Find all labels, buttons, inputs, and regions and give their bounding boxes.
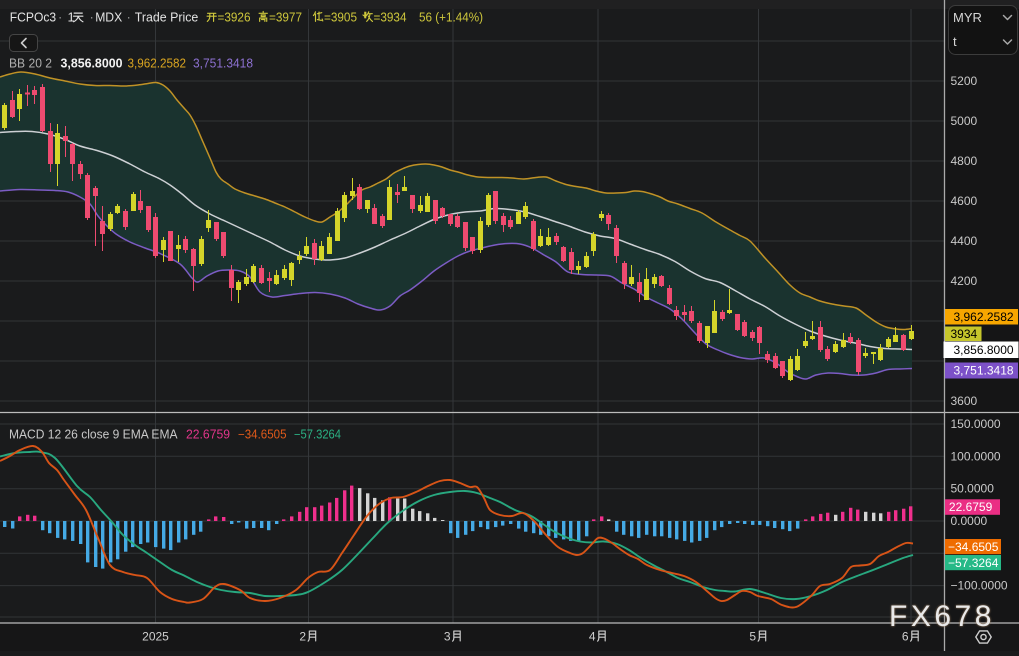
svg-text:3600: 3600 bbox=[951, 394, 978, 408]
svg-text:3,751.3418: 3,751.3418 bbox=[954, 364, 1014, 378]
svg-text:t: t bbox=[953, 34, 957, 49]
svg-text:4200: 4200 bbox=[951, 274, 978, 288]
svg-text:3: 3 bbox=[444, 630, 451, 644]
svg-text:22.6759: 22.6759 bbox=[949, 500, 993, 514]
svg-text:FCPOc3: FCPOc3 bbox=[10, 10, 56, 25]
svg-text:2025: 2025 bbox=[142, 630, 169, 644]
svg-text:2: 2 bbox=[299, 630, 306, 644]
svg-text:50.0000: 50.0000 bbox=[951, 482, 995, 496]
svg-text:3,962.2582: 3,962.2582 bbox=[128, 56, 187, 71]
svg-text:·: · bbox=[58, 10, 62, 25]
svg-text:0.0000: 0.0000 bbox=[951, 514, 988, 528]
svg-text:3,856.8000: 3,856.8000 bbox=[61, 56, 123, 71]
svg-text:−100.0000: −100.0000 bbox=[951, 579, 1008, 593]
svg-text:−34.6505: −34.6505 bbox=[948, 540, 999, 554]
svg-text:·: · bbox=[90, 10, 94, 25]
svg-text:100.0000: 100.0000 bbox=[951, 449, 1001, 463]
svg-text:3934: 3934 bbox=[951, 327, 978, 341]
svg-text:BB 20 2: BB 20 2 bbox=[9, 56, 52, 71]
svg-text:4: 4 bbox=[589, 630, 596, 644]
svg-text:=3977: =3977 bbox=[269, 11, 302, 25]
svg-text:22.6759: 22.6759 bbox=[186, 428, 230, 442]
svg-text:=3926: =3926 bbox=[218, 11, 251, 25]
svg-text:Trade Price: Trade Price bbox=[135, 10, 199, 25]
svg-text:=3934: =3934 bbox=[374, 11, 407, 25]
svg-text:3,751.3418: 3,751.3418 bbox=[193, 56, 253, 71]
svg-text:FX678: FX678 bbox=[889, 600, 995, 633]
svg-text:5000: 5000 bbox=[951, 114, 978, 128]
svg-text:·: · bbox=[127, 10, 131, 25]
svg-text:3,962.2582: 3,962.2582 bbox=[954, 310, 1014, 324]
svg-text:5: 5 bbox=[749, 630, 756, 644]
svg-text:MACD 12 26 close 9 EMA EMA: MACD 12 26 close 9 EMA EMA bbox=[9, 428, 178, 442]
svg-text:=3905: =3905 bbox=[324, 11, 357, 25]
svg-text:−57.3264: −57.3264 bbox=[294, 428, 341, 442]
svg-text:−34.6505: −34.6505 bbox=[238, 428, 287, 442]
svg-text:4800: 4800 bbox=[951, 154, 978, 168]
svg-text:4600: 4600 bbox=[951, 194, 978, 208]
svg-text:−57.3264: −57.3264 bbox=[948, 556, 999, 570]
svg-text:MYR: MYR bbox=[953, 10, 982, 25]
svg-text:3,856.8000: 3,856.8000 bbox=[954, 343, 1014, 357]
svg-text:56 (+1.44%): 56 (+1.44%) bbox=[419, 11, 483, 25]
svg-text:4400: 4400 bbox=[951, 234, 978, 248]
svg-text:150.0000: 150.0000 bbox=[951, 417, 1001, 431]
svg-text:5200: 5200 bbox=[951, 74, 978, 88]
svg-text:MDX: MDX bbox=[95, 10, 122, 25]
